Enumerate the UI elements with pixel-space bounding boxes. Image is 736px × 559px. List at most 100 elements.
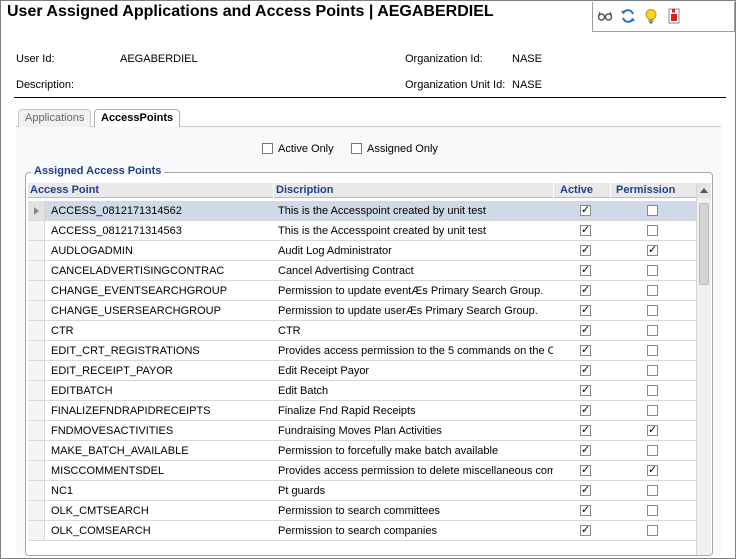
- active-checkbox[interactable]: ✓: [580, 525, 591, 536]
- permission-checkbox[interactable]: [647, 225, 658, 236]
- active-checkbox[interactable]: ✓: [580, 265, 591, 276]
- row-header[interactable]: [28, 521, 45, 540]
- description-cell: Finalize Fnd Rapid Receipts: [278, 405, 416, 417]
- row-header[interactable]: [28, 321, 45, 340]
- active-only-checkbox[interactable]: [262, 143, 273, 154]
- active-checkbox[interactable]: ✓: [580, 225, 591, 236]
- permission-checkbox[interactable]: [647, 365, 658, 376]
- description-cell: Provides access permission to delete mis…: [278, 465, 553, 477]
- permission-checkbox[interactable]: ✓: [647, 245, 658, 256]
- permission-checkbox[interactable]: ✓: [647, 425, 658, 436]
- active-checkbox[interactable]: ✓: [580, 445, 591, 456]
- column-separator: [610, 183, 611, 198]
- permission-checkbox[interactable]: [647, 485, 658, 496]
- table-row[interactable]: EDITBATCH Edit Batch ✓: [28, 381, 696, 401]
- row-header[interactable]: [28, 261, 45, 280]
- active-checkbox[interactable]: ✓: [580, 325, 591, 336]
- table-row[interactable]: NC1 Pt guards ✓: [28, 481, 696, 501]
- table-row[interactable]: MISCCOMMENTSDEL Provides access permissio…: [28, 461, 696, 481]
- table-row[interactable]: AUDLOGADMIN Audit Log Administrator ✓ ✓: [28, 241, 696, 261]
- active-only-filter[interactable]: Active Only: [262, 143, 334, 157]
- table-row[interactable]: EDIT_CRT_REGISTRATIONS Provides access pe…: [28, 341, 696, 361]
- description-cell: Permission to update eventÆs Primary Sea…: [278, 285, 544, 297]
- active-checkbox[interactable]: ✓: [580, 385, 591, 396]
- column-header-permission[interactable]: Permission: [616, 184, 675, 196]
- glasses-icon[interactable]: [597, 8, 613, 24]
- table-row[interactable]: CHANGE_EVENTSEARCHGROUP Permission to upd…: [28, 281, 696, 301]
- active-checkbox[interactable]: ✓: [580, 505, 591, 516]
- organization-id-label: Organization Id:: [405, 53, 483, 65]
- row-header[interactable]: [28, 281, 45, 300]
- permission-checkbox[interactable]: [647, 385, 658, 396]
- row-header[interactable]: [28, 381, 45, 400]
- active-checkbox[interactable]: ✓: [580, 465, 591, 476]
- row-header[interactable]: [28, 341, 45, 360]
- row-header[interactable]: [28, 501, 45, 520]
- scroll-thumb[interactable]: [699, 203, 709, 285]
- table-row[interactable]: FNDMOVESACTIVITIES Fundraising Moves Plan…: [28, 421, 696, 441]
- permission-checkbox[interactable]: [647, 285, 658, 296]
- permission-checkbox[interactable]: [647, 325, 658, 336]
- table-row[interactable]: ACCESS_0812171314562 This is the Accesspo…: [28, 201, 696, 221]
- table-row[interactable]: EDIT_RECEIPT_PAYOR Edit Receipt Payor ✓: [28, 361, 696, 381]
- row-header[interactable]: [28, 241, 45, 260]
- table-row[interactable]: CHANGE_USERSEARCHGROUP Permission to upda…: [28, 301, 696, 321]
- active-checkbox[interactable]: ✓: [580, 245, 591, 256]
- row-header[interactable]: [28, 221, 45, 240]
- permission-checkbox[interactable]: [647, 505, 658, 516]
- permission-checkbox[interactable]: ✓: [647, 465, 658, 476]
- row-header[interactable]: [28, 401, 45, 420]
- table-row[interactable]: FINALIZEFNDRAPIDRECEIPTS Finalize Fnd Rap…: [28, 401, 696, 421]
- permission-checkbox[interactable]: [647, 305, 658, 316]
- assigned-only-checkbox[interactable]: [351, 143, 362, 154]
- table-row[interactable]: ACCESS_0812171314563 This is the Accesspo…: [28, 221, 696, 241]
- tab-access-points[interactable]: AccessPoints: [94, 109, 181, 127]
- active-checkbox[interactable]: ✓: [580, 205, 591, 216]
- active-checkbox[interactable]: ✓: [580, 365, 591, 376]
- column-header-access-point[interactable]: Access Point: [30, 184, 99, 196]
- scroll-up-icon[interactable]: [697, 183, 711, 198]
- window-frame: User Assigned Applications and Access Po…: [0, 0, 736, 559]
- row-header[interactable]: [28, 421, 45, 440]
- divider: [14, 97, 726, 98]
- refresh-icon[interactable]: [620, 8, 636, 24]
- assigned-only-filter[interactable]: Assigned Only: [351, 143, 438, 157]
- access-point-cell: EDIT_RECEIPT_PAYOR: [51, 365, 173, 377]
- column-header-description[interactable]: Discription: [276, 184, 333, 196]
- active-checkbox[interactable]: ✓: [580, 305, 591, 316]
- row-header[interactable]: [28, 461, 45, 480]
- access-point-cell: CHANGE_EVENTSEARCHGROUP: [51, 285, 228, 297]
- active-checkbox[interactable]: ✓: [580, 405, 591, 416]
- access-point-cell: MAKE_BATCH_AVAILABLE: [51, 445, 189, 457]
- tab-applications[interactable]: Applications: [18, 109, 92, 127]
- active-checkbox[interactable]: ✓: [580, 285, 591, 296]
- row-header[interactable]: [28, 301, 45, 320]
- permission-checkbox[interactable]: [647, 525, 658, 536]
- table-row[interactable]: MAKE_BATCH_AVAILABLE Permission to forcef…: [28, 441, 696, 461]
- bookmark-icon[interactable]: [666, 8, 682, 24]
- permission-checkbox[interactable]: [647, 265, 658, 276]
- lightbulb-icon[interactable]: [643, 8, 659, 24]
- permission-checkbox[interactable]: [647, 405, 658, 416]
- permission-checkbox[interactable]: [647, 445, 658, 456]
- table-row[interactable]: CANCELADVERTISINGCONTRAC Cancel Advertisi…: [28, 261, 696, 281]
- access-point-cell: NC1: [51, 485, 74, 497]
- row-header[interactable]: [28, 201, 45, 220]
- column-header-active[interactable]: Active: [560, 184, 593, 196]
- description-cell: CTR: [278, 325, 301, 337]
- permission-checkbox[interactable]: [647, 345, 658, 356]
- description-cell: Permission to update userÆs Primary Sear…: [278, 305, 538, 317]
- row-header[interactable]: [28, 481, 45, 500]
- table-row[interactable]: CTR CTR ✓: [28, 321, 696, 341]
- active-checkbox[interactable]: ✓: [580, 485, 591, 496]
- active-checkbox[interactable]: ✓: [580, 345, 591, 356]
- row-header[interactable]: [28, 361, 45, 380]
- active-checkbox[interactable]: ✓: [580, 425, 591, 436]
- permission-checkbox[interactable]: [647, 205, 658, 216]
- organization-id-value: NASE: [512, 53, 542, 65]
- grid-vertical-scrollbar[interactable]: [696, 183, 711, 555]
- table-row[interactable]: OLK_COMSEARCH Permission to search compan…: [28, 521, 696, 541]
- row-header[interactable]: [28, 441, 45, 460]
- group-title: Assigned Access Points: [31, 165, 165, 177]
- table-row[interactable]: OLK_CMTSEARCH Permission to search commit…: [28, 501, 696, 521]
